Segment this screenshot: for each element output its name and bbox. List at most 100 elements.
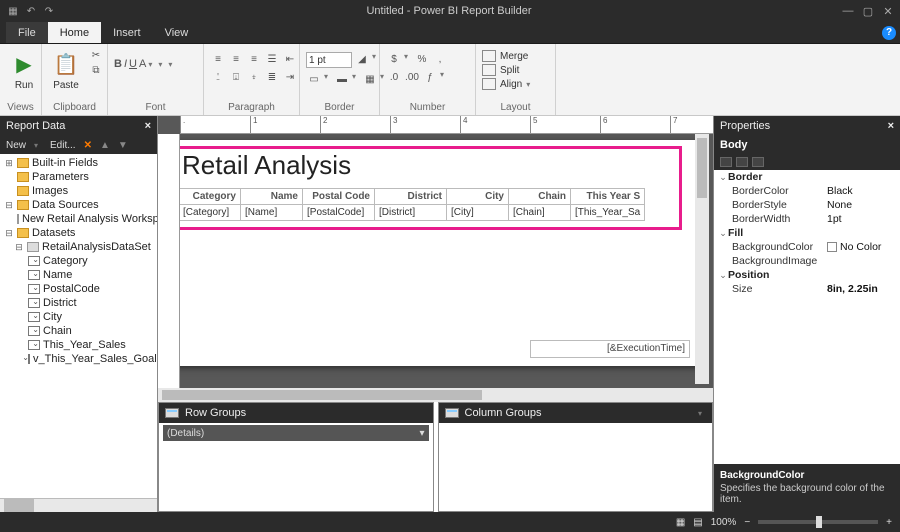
placeholder-icon[interactable]: ƒ: [422, 70, 438, 84]
zoom-label: 100%: [711, 517, 737, 528]
properties-panel: Properties× Body ⌄Border BorderColorBlac…: [713, 116, 900, 512]
cut-icon[interactable]: ✂: [88, 48, 104, 62]
field-item[interactable]: City: [0, 310, 157, 324]
report-title[interactable]: Retail Analysis: [182, 150, 351, 181]
prop-row[interactable]: BorderColorBlack: [714, 184, 900, 198]
field-item[interactable]: District: [0, 296, 157, 310]
new-dropdown[interactable]: New: [6, 140, 26, 151]
dec-dec-icon[interactable]: .00: [404, 70, 420, 84]
prop-row[interactable]: BorderWidth1pt: [714, 212, 900, 226]
design-canvas[interactable]: Retail Analysis Category Name Postal Cod…: [180, 134, 709, 384]
prop-row[interactable]: Size8in, 2.25in: [714, 282, 900, 296]
undo-icon[interactable]: ↶: [24, 4, 38, 18]
panel-close-icon[interactable]: ×: [145, 120, 151, 132]
fill-icon[interactable]: ◢: [354, 52, 370, 66]
prop-row[interactable]: BorderStyleNone: [714, 198, 900, 212]
alpha-icon[interactable]: [736, 157, 748, 167]
currency-icon[interactable]: $: [386, 52, 402, 66]
border-width-input[interactable]: 1 pt: [306, 52, 352, 68]
collapse-icon[interactable]: ⌄: [718, 270, 728, 281]
prop-row[interactable]: BackgroundImage: [714, 254, 900, 268]
align-mid-icon[interactable]: ⍗: [228, 70, 244, 84]
view-icon[interactable]: ▦: [676, 517, 685, 528]
indent-inc-icon[interactable]: ⇥: [282, 70, 298, 84]
h-ruler: . 1 2 3 4 5 6 7: [180, 116, 713, 134]
redo-icon[interactable]: ↷: [42, 4, 56, 18]
tab-file[interactable]: File: [6, 22, 48, 43]
border-color-icon[interactable]: ▬: [334, 72, 350, 86]
dec-inc-icon[interactable]: .0: [386, 70, 402, 84]
view-icon[interactable]: ▤: [693, 517, 702, 528]
report-data-tree[interactable]: ⊞Built-in Fields Parameters Images ⊟Data…: [0, 154, 157, 498]
field-icon: [28, 340, 40, 350]
zoom-slider[interactable]: [758, 520, 878, 524]
bullets-icon[interactable]: ☰: [264, 52, 280, 66]
column-groups-panel: Column Groups▾: [438, 402, 714, 512]
border-style-icon[interactable]: ▭: [306, 72, 322, 86]
bold-button[interactable]: B: [114, 58, 122, 70]
chevron-down-icon[interactable]: ▾: [698, 409, 706, 418]
percent-icon[interactable]: %: [414, 52, 430, 66]
underline-button[interactable]: U: [129, 58, 137, 70]
window-title: Untitled - Power BI Report Builder: [56, 5, 842, 17]
report-table[interactable]: Category Name Postal Code District City …: [180, 188, 645, 221]
run-button[interactable]: ▶ Run: [6, 48, 42, 93]
collapse-icon[interactable]: ⌄: [718, 172, 728, 183]
delete-icon[interactable]: ✕: [84, 140, 92, 151]
categorized-icon[interactable]: [720, 157, 732, 167]
field-item[interactable]: Category: [0, 254, 157, 268]
italic-button[interactable]: I: [124, 58, 127, 70]
split-button[interactable]: Split: [482, 64, 534, 76]
minimize-icon[interactable]: —: [842, 5, 854, 18]
align-right-icon[interactable]: ≡: [246, 52, 262, 66]
help-button[interactable]: ?: [878, 22, 900, 43]
align-left-icon[interactable]: ≡: [210, 52, 226, 66]
indent-dec-icon[interactable]: ⇤: [282, 52, 298, 66]
border-preset-icon[interactable]: ▦: [362, 72, 378, 86]
numbers-icon[interactable]: ≣: [264, 70, 280, 84]
v-scrollbar[interactable]: [695, 134, 709, 384]
folder-icon: [17, 186, 29, 196]
tab-insert[interactable]: Insert: [101, 22, 153, 43]
close-icon[interactable]: ✕: [882, 5, 894, 18]
zoom-in-button[interactable]: +: [886, 517, 892, 528]
align-button[interactable]: Align▾: [482, 78, 534, 90]
move-down-icon[interactable]: ▼: [118, 140, 128, 151]
merge-button[interactable]: Merge: [482, 50, 534, 62]
align-icon: [482, 78, 496, 90]
align-center-icon[interactable]: ≡: [228, 52, 244, 66]
field-item[interactable]: PostalCode: [0, 282, 157, 296]
panel-close-icon[interactable]: ×: [888, 120, 894, 132]
maximize-icon[interactable]: ▢: [862, 5, 874, 18]
field-icon: [28, 284, 40, 294]
prop-pages-icon[interactable]: [752, 157, 764, 167]
font-size-dd[interactable]: ▾: [158, 60, 166, 69]
tab-home[interactable]: Home: [48, 22, 101, 43]
field-icon: [28, 354, 30, 364]
comma-icon[interactable]: ,: [432, 52, 448, 66]
field-item[interactable]: v_This_Year_Sales_Goal: [0, 352, 157, 366]
field-item[interactable]: This_Year_Sales: [0, 338, 157, 352]
prop-row[interactable]: BackgroundColorNo Color: [714, 240, 900, 254]
field-icon: [28, 312, 40, 322]
field-item[interactable]: Name: [0, 268, 157, 282]
folder-icon: [17, 172, 29, 182]
align-top-icon[interactable]: ⍘: [210, 70, 226, 84]
tab-view[interactable]: View: [153, 22, 201, 43]
h-scrollbar[interactable]: [158, 388, 713, 402]
zoom-out-button[interactable]: −: [744, 517, 750, 528]
chevron-down-icon[interactable]: ▾: [419, 428, 424, 439]
field-item[interactable]: Chain: [0, 324, 157, 338]
font-color-button[interactable]: A: [139, 58, 146, 70]
align-bot-icon[interactable]: ⍖: [246, 70, 262, 84]
details-group[interactable]: (Details)▾: [163, 425, 429, 441]
h-scrollbar[interactable]: [0, 498, 157, 512]
report-page[interactable]: Retail Analysis Category Name Postal Cod…: [180, 140, 709, 366]
move-up-icon[interactable]: ▲: [100, 140, 110, 151]
paste-button[interactable]: 📋 Paste: [48, 48, 84, 93]
collapse-icon[interactable]: ⌄: [718, 228, 728, 239]
report-data-title: Report Data: [6, 120, 65, 132]
edit-button[interactable]: Edit...: [50, 140, 76, 151]
copy-icon[interactable]: ⧉: [88, 63, 104, 77]
execution-time[interactable]: [&ExecutionTime]: [530, 340, 690, 358]
